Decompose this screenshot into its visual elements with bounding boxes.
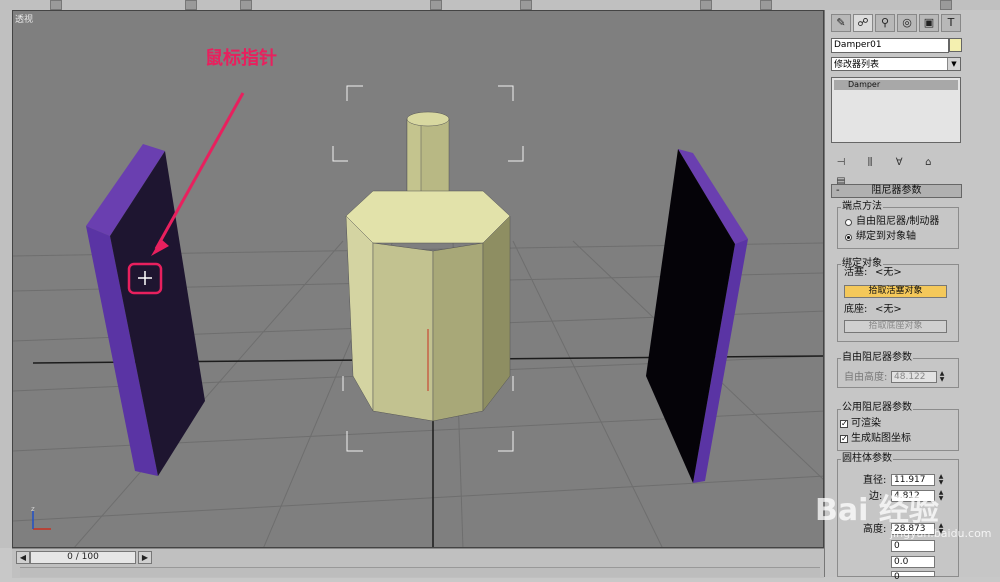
rollout-title: 阻尼器参数 xyxy=(871,185,922,196)
base-value: <无> xyxy=(875,304,902,315)
common-group-label: 公用阻尼器参数 xyxy=(841,402,913,413)
toolbar-button[interactable] xyxy=(940,0,952,10)
object-color-swatch[interactable] xyxy=(949,38,962,52)
chevron-down-icon: ▼ xyxy=(947,58,960,70)
free-height-label: 自由高度: xyxy=(844,372,888,383)
command-panel-tabs: ✎ ☍ ⚲ ◎ ▣ T xyxy=(831,14,989,32)
gen-mapping-checkbox[interactable]: ✓ xyxy=(840,435,848,443)
free-group-label: 自由阻尼器参数 xyxy=(841,352,913,363)
object-name-field[interactable]: Damper01 xyxy=(831,38,949,53)
right-plate[interactable] xyxy=(646,149,748,483)
toolbar-button[interactable] xyxy=(185,0,197,10)
watermark-logo: Bai 经验 xyxy=(815,493,939,528)
next-frame-button[interactable]: ▶ xyxy=(138,551,152,564)
show-end-result-icon[interactable]: ⫼ xyxy=(862,157,878,169)
param-spinner[interactable]: 0 xyxy=(891,571,935,582)
make-unique-icon[interactable]: ∀ xyxy=(891,157,907,169)
toolbar-button[interactable] xyxy=(50,0,62,10)
cylinder-group-label: 圆柱体参数 xyxy=(841,453,893,464)
toolbar-button[interactable] xyxy=(700,0,712,10)
perspective-viewport[interactable]: z 透视 xyxy=(12,10,824,548)
time-slider-area: ◀ 0 / 100 ▶ xyxy=(12,548,824,578)
pick-base-button[interactable]: 拾取底座对象 xyxy=(844,320,947,333)
create-tab-icon[interactable]: ✎ xyxy=(831,14,851,32)
gen-mapping-label: 生成贴图坐标 xyxy=(851,433,911,444)
annotation-label: 鼠标指针 xyxy=(205,48,277,69)
stack-buttons: ⊣ ⫼ ∀ ⌂ ▤ xyxy=(833,150,961,187)
modifier-stack[interactable]: Damper xyxy=(831,77,961,143)
base-label: 底座: xyxy=(844,304,868,315)
radio-bound-label: 绑定到对象轴 xyxy=(856,231,916,242)
spinner-arrows-icon[interactable]: ▲ ▼ xyxy=(938,371,946,383)
piston-label: 活塞: xyxy=(844,267,868,278)
radio-free-damper[interactable] xyxy=(845,219,852,226)
toolbar-button[interactable] xyxy=(760,0,772,10)
toolbar-button[interactable] xyxy=(240,0,252,10)
track-bar[interactable] xyxy=(20,567,820,577)
time-slider[interactable]: 0 / 100 xyxy=(30,551,136,564)
viewport-scene: z xyxy=(13,85,823,547)
collapse-icon: - xyxy=(836,185,840,196)
display-tab-icon[interactable]: ▣ xyxy=(919,14,939,32)
renderable-label: 可渲染 xyxy=(851,418,881,429)
piston-value: <无> xyxy=(875,267,902,278)
watermark-url: jingyan.baidu.com xyxy=(890,527,992,540)
svg-text:z: z xyxy=(31,505,35,513)
toolbar-button[interactable] xyxy=(430,0,442,10)
endpoint-group-label: 端点方法 xyxy=(841,201,883,212)
pin-stack-icon[interactable]: ⊣ xyxy=(833,157,849,169)
viewport-label[interactable]: 透视 xyxy=(15,12,33,25)
prev-frame-button[interactable]: ◀ xyxy=(16,551,30,564)
remove-modifier-icon[interactable]: ⌂ xyxy=(920,157,936,169)
motion-tab-icon[interactable]: ◎ xyxy=(897,14,917,32)
radio-bound-to-object[interactable] xyxy=(845,234,852,241)
damper-params-rollout[interactable]: - 阻尼器参数 xyxy=(831,184,962,198)
utilities-tab-icon[interactable]: T xyxy=(941,14,961,32)
modifier-list-label: 修改器列表 xyxy=(834,60,880,70)
free-height-spinner[interactable]: 48.122 xyxy=(891,371,937,383)
radio-free-label: 自由阻尼器/制动器 xyxy=(856,216,940,227)
param-spinner[interactable]: 0.0 xyxy=(891,556,935,568)
renderable-checkbox[interactable]: ✓ xyxy=(840,420,848,428)
toolbar-button[interactable] xyxy=(520,0,532,10)
modify-tab-icon[interactable]: ☍ xyxy=(853,14,873,32)
param-spinner[interactable]: 0 xyxy=(891,540,935,552)
pick-piston-button[interactable]: 拾取活塞对象 xyxy=(844,285,947,298)
modifier-list-dropdown[interactable]: 修改器列表 ▼ xyxy=(831,57,961,71)
stack-item[interactable]: Damper xyxy=(834,80,958,90)
hierarchy-tab-icon[interactable]: ⚲ xyxy=(875,14,895,32)
